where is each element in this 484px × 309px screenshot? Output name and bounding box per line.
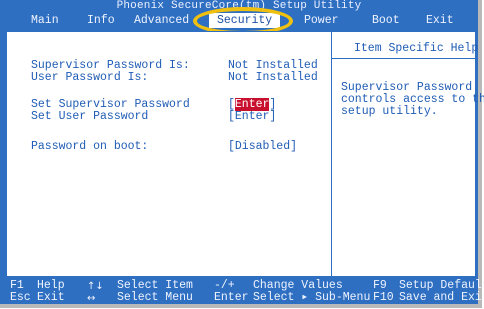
password-on-boot-field[interactable]: [Disabled] [228,141,297,153]
tab-boot[interactable]: Boot [372,13,400,28]
tab-info[interactable]: Info [87,13,115,28]
key-f10-label: Save and Exit [399,291,484,304]
password-on-boot-label: Password on boot: [31,140,149,153]
help-title: Item Specific Help [354,42,479,55]
left-right-arrows-icon: ↔ [87,293,96,304]
tab-security[interactable]: Security [209,13,281,28]
menu-bar: Main Info Advanced Security Power Boot E… [0,13,478,28]
up-down-arrows-icon: ↑↓ [87,281,104,292]
set-user-password-field[interactable]: [Enter] [228,111,276,123]
tab-power[interactable]: Power [304,13,339,28]
main-panel: Supervisor Password Is: Not Installed Us… [6,31,484,277]
key-f10: F10 [373,291,394,304]
key-leftright-label: Select Menu [117,291,193,304]
key-enter-label: Select ▸ Sub-Menu [253,291,371,304]
set-user-password-label: Set User Password [31,110,149,123]
help-line-3: setup utility. [341,105,438,118]
tab-exit[interactable]: Exit [426,13,454,28]
bios-screen: Phoenix SecureCore(tm) Setup Utility Mai… [0,0,484,308]
key-enter: Enter [214,291,249,304]
key-esc: Esc [10,291,31,304]
key-legend: F1 Help ↑↓ Select Item -/+ Change Values… [0,278,484,305]
help-separator [332,58,476,59]
user-password-status-label: User Password Is: [31,71,149,84]
tab-advanced[interactable]: Advanced [134,13,189,28]
window-title: Phoenix SecureCore(tm) Setup Utility [116,0,362,12]
panel-divider [331,32,332,276]
tab-main[interactable]: Main [31,13,59,28]
user-password-status-value: Not Installed [228,71,318,84]
key-esc-label: Exit [37,291,65,304]
